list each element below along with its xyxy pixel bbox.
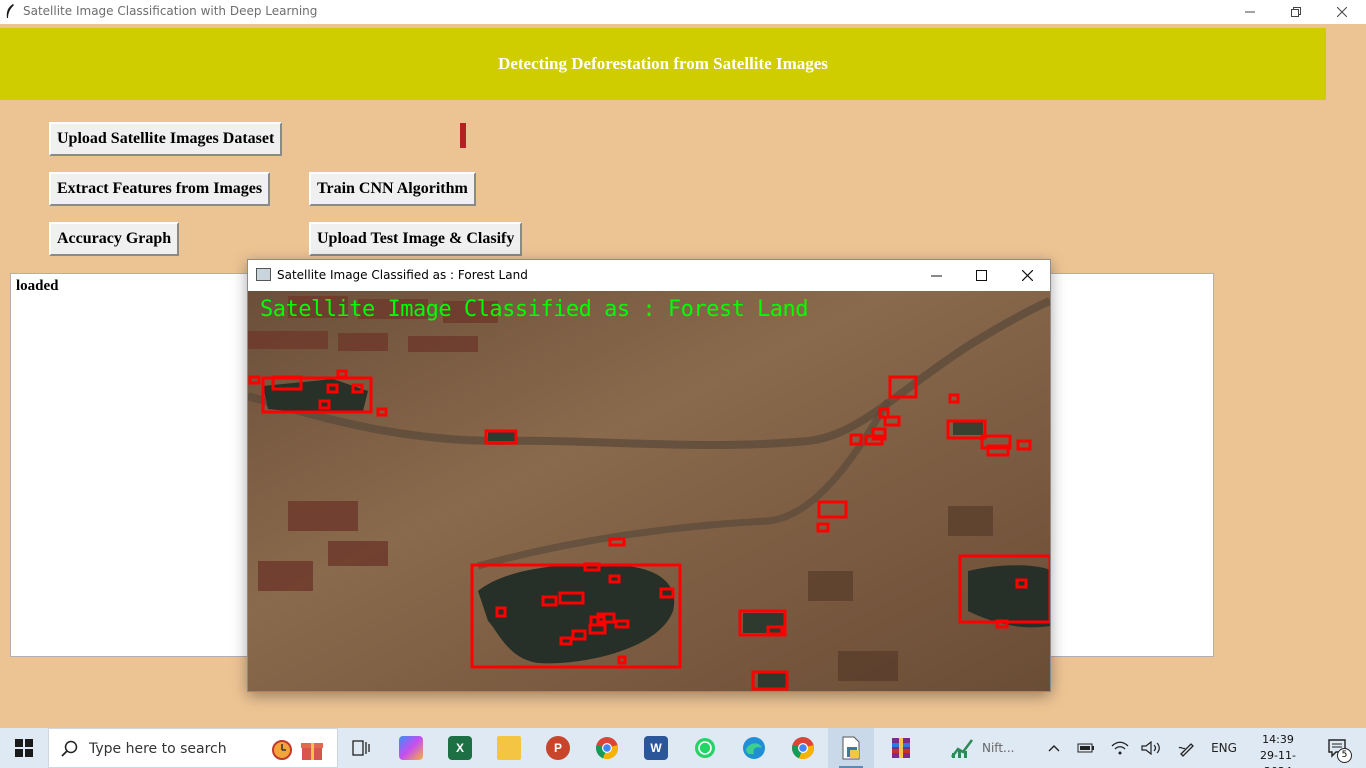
word-icon: W [644,736,668,760]
satellite-image: Satellite Image Classified as : Forest L… [248,291,1050,691]
python-app-button[interactable] [828,728,874,768]
train-cnn-button[interactable]: Train CNN Algorithm [309,172,476,206]
close-icon [1021,270,1033,281]
battery-icon [1077,743,1094,753]
chrome-icon [596,737,618,760]
classification-overlay-text: Satellite Image Classified as : Forest L… [260,297,809,322]
maximize-icon [975,270,987,281]
task-view-button[interactable] [346,728,376,768]
popup-close-button[interactable] [1004,260,1050,291]
close-icon [1337,7,1347,17]
notification-count-badge: 5 [1337,748,1352,763]
feather-icon [6,4,14,18]
whatsapp-icon [695,738,715,758]
popup-title: Satellite Image Classified as : Forest L… [277,268,528,282]
copilot-app-button[interactable] [396,728,426,768]
clock-time: 14:39 [1262,733,1294,746]
accuracy-graph-button[interactable]: Accuracy Graph [49,222,180,256]
winrar-icon [892,738,910,758]
windows-logo-icon [15,739,33,757]
chrome-app-button-2[interactable] [788,728,818,768]
speaker-icon [1141,741,1160,755]
edge-app-button[interactable] [739,728,769,768]
edge-icon [743,737,765,759]
chrome-icon [792,737,814,760]
volume-button[interactable] [1140,728,1162,768]
start-button[interactable] [0,728,48,768]
winrar-app-button[interactable] [886,728,916,768]
excel-app-button[interactable]: X [445,728,475,768]
satellite-image-canvas [248,291,1050,691]
image-window-icon [256,268,271,281]
popup-minimize-button[interactable] [913,260,959,291]
whatsapp-app-button[interactable] [690,728,720,768]
minimize-icon [1245,11,1255,13]
popup-maximize-button[interactable] [958,260,1004,291]
folder-icon [497,736,521,760]
search-placeholder: Type here to search [89,741,227,757]
chrome-app-button[interactable] [592,728,622,768]
status-indicator [460,123,466,148]
python-file-icon [842,736,860,760]
upload-test-image-button[interactable]: Upload Test Image & Clasify [309,222,523,256]
banner-title: Detecting Deforestation from Satellite I… [498,54,828,73]
pen-button[interactable] [1176,728,1198,768]
close-button[interactable] [1319,0,1365,24]
task-view-icon [352,740,370,756]
notifications-button[interactable]: 5 [1318,728,1358,768]
restore-icon [1291,7,1301,17]
pen-icon [1178,743,1194,757]
powerpoint-app-button[interactable]: P [543,728,573,768]
chevron-up-icon [1048,745,1060,752]
clock-date: 29-11-2024 [1260,749,1296,768]
language-indicator[interactable]: ENG [1206,728,1242,768]
language-label: ENG [1211,741,1237,755]
taskbar-search-box[interactable]: Type here to search [48,728,338,768]
stock-chart-icon [951,739,973,758]
minimize-button[interactable] [1227,0,1273,24]
gift-icon[interactable] [299,736,325,767]
battery-button[interactable] [1076,728,1096,768]
excel-icon: X [448,736,472,760]
output-text: loaded [16,278,59,294]
file-explorer-button[interactable] [494,728,524,768]
word-app-button[interactable]: W [641,728,671,768]
extract-features-button[interactable]: Extract Features from Images [49,172,271,206]
powerpoint-icon: P [546,736,570,760]
header-banner: Detecting Deforestation from Satellite I… [0,28,1326,100]
restore-button[interactable] [1273,0,1319,24]
wifi-button[interactable] [1110,728,1130,768]
search-icon [61,740,78,757]
taskbar: Type here to search X P W Nift... ENG 14… [0,728,1366,768]
popup-titlebar: Satellite Image Classified as : Forest L… [248,260,1050,291]
alarm-clock-icon[interactable] [269,736,295,767]
nifty-widget[interactable]: Nift... [950,728,1030,768]
nifty-label: Nift... [982,741,1015,755]
minimize-icon [930,275,942,277]
classification-result-window[interactable]: Satellite Image Classified as : Forest L… [247,259,1051,692]
show-hidden-icons-button[interactable] [1044,728,1064,768]
main-window-titlebar: Satellite Image Classification with Deep… [0,0,1366,24]
copilot-icon [399,736,423,760]
wifi-icon [1111,741,1129,755]
upload-dataset-button[interactable]: Upload Satellite Images Dataset [49,122,283,156]
system-clock[interactable]: 14:39 29-11-2024 [1255,732,1301,768]
window-title: Satellite Image Classification with Deep… [23,4,318,18]
